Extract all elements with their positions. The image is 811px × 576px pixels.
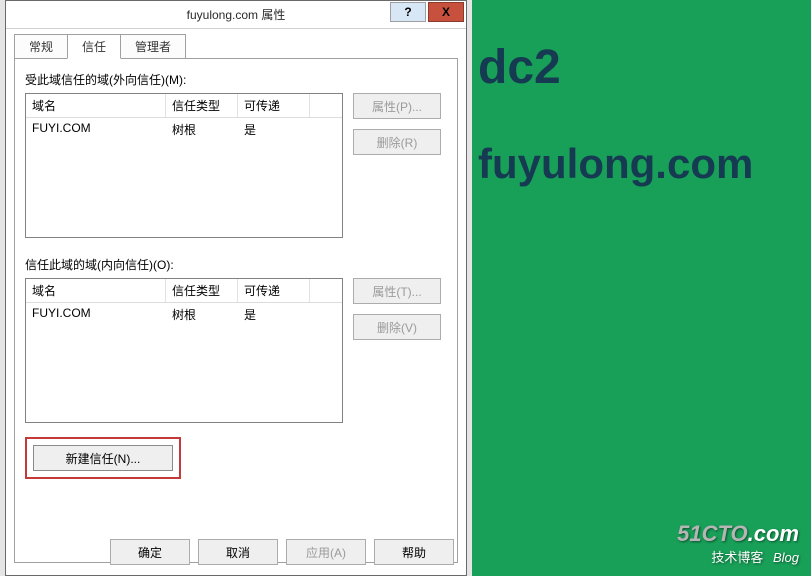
close-button[interactable]: X bbox=[428, 2, 464, 22]
list-header: 域名 信任类型 可传递 bbox=[26, 279, 342, 303]
cancel-button[interactable]: 取消 bbox=[198, 539, 278, 565]
watermark-blog: Blog bbox=[773, 550, 799, 565]
ok-button[interactable]: 确定 bbox=[110, 539, 190, 565]
incoming-properties-button[interactable]: 属性(T)... bbox=[353, 278, 441, 304]
cell-trust-type: 树根 bbox=[166, 118, 238, 141]
list-row[interactable]: FUYI.COM 树根 是 bbox=[26, 303, 342, 326]
col-transitive[interactable]: 可传递 bbox=[238, 279, 310, 302]
outgoing-remove-button[interactable]: 删除(R) bbox=[353, 129, 441, 155]
domain-properties-dialog: fuyulong.com 属性 ? X 常规 信任 管理者 受此域信任的域(外向… bbox=[5, 0, 467, 576]
watermark-sub: 技术博客 bbox=[711, 550, 763, 565]
outgoing-properties-button[interactable]: 属性(P)... bbox=[353, 93, 441, 119]
apply-button[interactable]: 应用(A) bbox=[286, 539, 366, 565]
watermark-brand-left: 51CTO bbox=[677, 521, 748, 546]
list-row[interactable]: FUYI.COM 树根 是 bbox=[26, 118, 342, 141]
help-button[interactable]: ? bbox=[390, 2, 426, 22]
watermark: 51CTO.com 技术博客 Blog bbox=[677, 521, 799, 566]
titlebar: fuyulong.com 属性 ? X bbox=[6, 1, 466, 29]
new-trust-button[interactable]: 新建信任(N)... bbox=[33, 445, 173, 471]
incoming-trusts-list[interactable]: 域名 信任类型 可传递 FUYI.COM 树根 是 bbox=[25, 278, 343, 423]
dialog-action-buttons: 确定 取消 应用(A) 帮助 bbox=[6, 539, 466, 565]
cell-transitive: 是 bbox=[238, 118, 310, 141]
help-button-bottom[interactable]: 帮助 bbox=[374, 539, 454, 565]
col-trust-type[interactable]: 信任类型 bbox=[166, 279, 238, 302]
tab-general[interactable]: 常规 bbox=[14, 34, 68, 59]
cell-domain-name: FUYI.COM bbox=[26, 118, 166, 141]
cell-trust-type: 树根 bbox=[166, 303, 238, 326]
incoming-trusts-label: 信任此域的域(内向信任)(O): bbox=[25, 256, 447, 273]
tab-managed[interactable]: 管理者 bbox=[120, 34, 186, 59]
list-header: 域名 信任类型 可传递 bbox=[26, 94, 342, 118]
col-domain-name[interactable]: 域名 bbox=[26, 94, 166, 117]
col-domain-name[interactable]: 域名 bbox=[26, 279, 166, 302]
new-trust-highlight: 新建信任(N)... bbox=[25, 437, 181, 479]
watermark-brand-right: .com bbox=[748, 521, 799, 546]
cell-domain-name: FUYI.COM bbox=[26, 303, 166, 326]
dialog-content: 常规 信任 管理者 受此域信任的域(外向信任)(M): 域名 信任类型 可传递 … bbox=[6, 29, 466, 575]
desktop-hostname: dc2 bbox=[478, 40, 561, 95]
desktop-domain: fuyulong.com bbox=[478, 140, 753, 188]
col-trust-type[interactable]: 信任类型 bbox=[166, 94, 238, 117]
incoming-remove-button[interactable]: 删除(V) bbox=[353, 314, 441, 340]
outgoing-trusts-label: 受此域信任的域(外向信任)(M): bbox=[25, 71, 447, 88]
tab-trust[interactable]: 信任 bbox=[67, 34, 121, 59]
tab-strip: 常规 信任 管理者 bbox=[14, 35, 458, 58]
col-transitive[interactable]: 可传递 bbox=[238, 94, 310, 117]
tab-panel-trust: 受此域信任的域(外向信任)(M): 域名 信任类型 可传递 FUYI.COM 树… bbox=[14, 58, 458, 563]
cell-transitive: 是 bbox=[238, 303, 310, 326]
outgoing-trusts-list[interactable]: 域名 信任类型 可传递 FUYI.COM 树根 是 bbox=[25, 93, 343, 238]
